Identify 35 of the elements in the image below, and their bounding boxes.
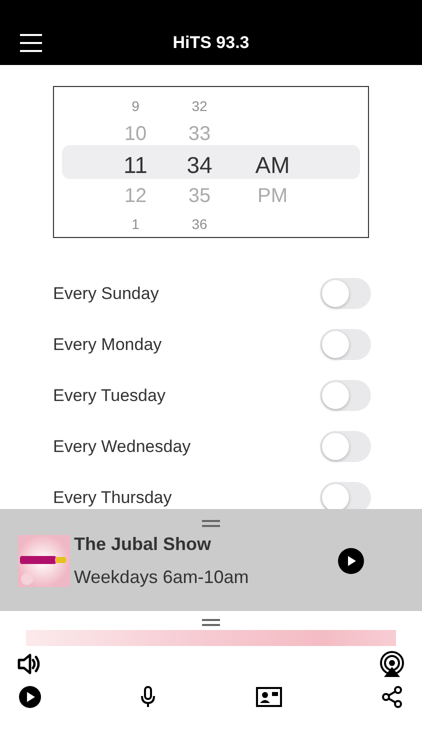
picker-value[interactable]: 33 bbox=[188, 119, 211, 150]
airplay-icon[interactable] bbox=[379, 651, 405, 677]
speaker-icon[interactable] bbox=[17, 653, 41, 675]
picker-value[interactable]: 12 bbox=[124, 181, 147, 212]
app-title: HiTS 93.3 bbox=[172, 32, 250, 52]
day-label: Every Monday bbox=[53, 334, 162, 354]
picker-value[interactable]: 11 bbox=[124, 150, 148, 181]
toggle-switch[interactable] bbox=[320, 278, 371, 309]
day-label: Every Sunday bbox=[53, 284, 159, 304]
picker-value[interactable]: AM bbox=[255, 150, 290, 181]
picker-value[interactable]: 1 bbox=[132, 212, 140, 237]
microphone-icon[interactable] bbox=[140, 686, 156, 708]
drag-handle-icon[interactable] bbox=[202, 520, 220, 527]
menu-icon[interactable] bbox=[20, 33, 42, 53]
picker-value[interactable]: 35 bbox=[188, 181, 211, 212]
day-label: Every Thursday bbox=[53, 488, 172, 508]
drag-handle-icon[interactable] bbox=[202, 619, 220, 626]
day-label: Every Wednesday bbox=[53, 436, 191, 456]
toggle-switch[interactable] bbox=[320, 380, 371, 411]
play-icon[interactable] bbox=[18, 686, 40, 708]
toggle-switch[interactable] bbox=[320, 431, 371, 462]
time-picker[interactable]: 9 10 11 12 1 32 33 34 35 36 AM PM bbox=[53, 86, 369, 238]
toggle-switch[interactable] bbox=[320, 329, 371, 360]
picker-value[interactable]: 34 bbox=[186, 150, 212, 181]
picker-value[interactable]: 10 bbox=[124, 119, 147, 150]
day-label: Every Tuesday bbox=[53, 386, 166, 406]
show-title: The Jubal Show bbox=[74, 534, 212, 555]
picker-value[interactable]: 9 bbox=[132, 94, 140, 119]
contact-card-icon[interactable] bbox=[256, 687, 282, 707]
play-icon[interactable] bbox=[338, 548, 364, 574]
share-icon[interactable] bbox=[381, 686, 404, 708]
picker-value[interactable]: PM bbox=[258, 181, 288, 212]
picker-value[interactable]: 36 bbox=[192, 212, 208, 237]
picker-value[interactable]: 32 bbox=[192, 94, 208, 119]
show-schedule: Weekdays 6am-10am bbox=[74, 567, 250, 588]
